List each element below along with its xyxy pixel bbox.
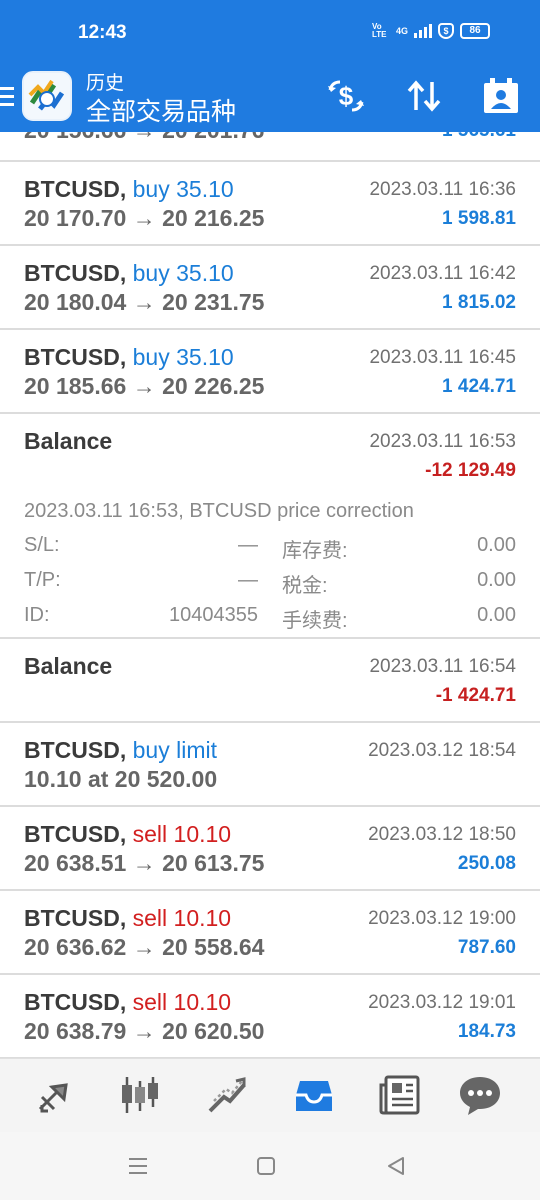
price-change: 20 156.66 → 20 201.76 [24, 132, 264, 144]
list-item[interactable]: BTCUSD, sell 10.10 20 636.62 → 20 558.64… [0, 891, 540, 975]
deal-time: 2023.03.11 16:42 [369, 263, 516, 284]
bottom-tab-bar [0, 1058, 540, 1132]
clock: 12:43 [78, 22, 127, 43]
deal-time: 2023.03.12 19:01 [368, 992, 516, 1013]
balance-amount: -12 129.49 [425, 460, 516, 481]
status-bar: 12:43 Vo LTE 4G $ 86 [0, 0, 540, 66]
profit: 787.60 [457, 937, 516, 958]
shield-icon: $ [438, 23, 454, 39]
profit: 250.08 [457, 853, 516, 874]
order-detail: 10.10 at 20 520.00 [24, 766, 218, 792]
list-item[interactable]: BTCUSD, buy 35.10 20 180.04 → 20 231.75 … [0, 246, 540, 330]
network-type: 4G [395, 26, 408, 36]
system-icons: Vo LTE 4G $ 86 [372, 23, 490, 39]
price-change: 20 170.70 → 20 216.25 [24, 205, 265, 231]
header-title[interactable]: 全部交易品种 [86, 92, 236, 128]
history-list[interactable]: 20 156.66 → 20 201.76 1 565.61 BTCUSD, b… [0, 132, 540, 1058]
sort-icon[interactable] [404, 76, 444, 116]
balance-time: 2023.03.11 16:53 [369, 431, 516, 452]
app-bar: 历史 全部交易品种 $ [0, 66, 540, 132]
list-item[interactable]: BTCUSD, sell 10.10 20 638.51 → 20 613.75… [0, 807, 540, 891]
deal-title: BTCUSD, buy 35.10 [24, 260, 234, 286]
fee-value: 0.00 [477, 604, 516, 626]
swap-label: 库存费: [282, 540, 348, 562]
list-item[interactable]: 20 156.66 → 20 201.76 1 565.61 [0, 132, 540, 162]
list-item[interactable]: BTCUSD, sell 10.10 20 638.79 → 20 620.50… [0, 975, 540, 1058]
balance-comment: 2023.03.11 16:53, BTCUSD price correctio… [24, 500, 414, 522]
volte-icon: Vo LTE [371, 22, 387, 39]
sl-value: — [238, 534, 258, 556]
balance-time: 2023.03.11 16:54 [369, 656, 516, 677]
balance-label: Balance [24, 428, 113, 454]
deal-time: 2023.03.11 16:45 [369, 347, 516, 368]
deal-title: BTCUSD, buy 35.10 [24, 176, 234, 202]
balance-label: Balance [24, 653, 113, 679]
sl-label: S/L: [24, 534, 60, 556]
system-nav-bar [0, 1132, 540, 1200]
price-change: 20 185.66 → 20 226.25 [24, 373, 265, 399]
balance-amount: -1 424.71 [435, 685, 516, 706]
signal-icon [414, 24, 432, 38]
tp-value: — [238, 569, 258, 591]
metatrader-logo [22, 71, 72, 121]
quotes-icon[interactable] [32, 1071, 80, 1119]
home-icon[interactable] [254, 1154, 278, 1178]
back-icon[interactable] [384, 1154, 408, 1178]
tax-value: 0.00 [477, 569, 516, 591]
profit: 1 598.81 [442, 208, 516, 229]
trade-icon[interactable] [204, 1071, 252, 1119]
currency-exchange-icon[interactable]: $ [326, 76, 366, 116]
tp-label: T/P: [24, 569, 61, 591]
header-subtitle: 历史 [86, 73, 125, 94]
id-label: ID: [24, 604, 50, 626]
list-item[interactable]: BTCUSD, buy 35.10 20 170.70 → 20 216.25 … [0, 162, 540, 246]
deal-title: BTCUSD, buy 35.10 [24, 344, 234, 370]
menu-icon[interactable] [0, 84, 14, 108]
recent-apps-icon[interactable] [126, 1154, 150, 1178]
deal-title: BTCUSD, sell 10.10 [24, 905, 232, 931]
swap-value: 0.00 [477, 534, 516, 556]
deal-time: 2023.03.11 16:36 [369, 179, 516, 200]
chart-icon[interactable] [116, 1071, 164, 1119]
balance-item-expanded[interactable]: Balance 2023.03.11 16:53 -12 129.49 2023… [0, 414, 540, 639]
profit: 1 815.02 [442, 292, 516, 313]
deal-title: BTCUSD, sell 10.10 [24, 989, 232, 1015]
deal-time: 2023.03.12 19:00 [368, 908, 516, 929]
svg-text:$: $ [339, 81, 354, 111]
price-change: 20 180.04 → 20 231.75 [24, 289, 265, 315]
history-icon[interactable] [290, 1071, 338, 1119]
tax-label: 税金: [282, 575, 328, 597]
deal-time: 2023.03.12 18:50 [368, 824, 516, 845]
news-icon[interactable] [376, 1071, 424, 1119]
order-title: BTCUSD, buy limit [24, 737, 217, 763]
price-change: 20 638.79 → 20 620.50 [24, 1018, 265, 1044]
profit: 1 565.61 [442, 132, 516, 142]
order-item[interactable]: BTCUSD, buy limit 10.10 at 20 520.00 202… [0, 723, 540, 807]
list-item[interactable]: BTCUSD, buy 35.10 20 185.66 → 20 226.25 … [0, 330, 540, 414]
profit: 184.73 [457, 1021, 516, 1042]
price-change: 20 636.62 → 20 558.64 [24, 934, 265, 960]
fee-label: 手续费: [282, 610, 348, 632]
profit: 1 424.71 [442, 376, 516, 397]
balance-item[interactable]: Balance 2023.03.11 16:54 -1 424.71 [0, 639, 540, 723]
price-change: 20 638.51 → 20 613.75 [24, 850, 265, 876]
chat-icon[interactable] [456, 1071, 504, 1119]
deal-title: BTCUSD, sell 10.10 [24, 821, 232, 847]
calendar-icon[interactable] [481, 76, 521, 116]
order-time: 2023.03.12 18:54 [368, 740, 516, 761]
id-value: 10404355 [169, 604, 258, 626]
battery-icon: 86 [460, 23, 490, 39]
